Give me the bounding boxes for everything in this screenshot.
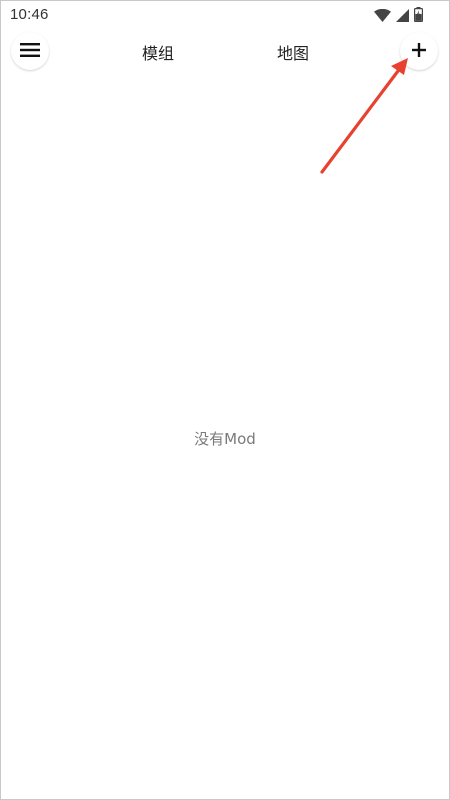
wifi-icon <box>374 7 391 26</box>
app-screen: 10:46 模组 地图 没有Mod <box>0 0 450 800</box>
tab-mods[interactable]: 模组 <box>142 40 174 64</box>
status-icons <box>374 7 424 26</box>
status-time: 10:46 <box>10 6 49 23</box>
plus-icon <box>412 42 426 61</box>
signal-icon <box>396 7 409 26</box>
empty-state-message: 没有Mod <box>194 430 256 448</box>
annotation-arrow <box>320 58 408 174</box>
tab-maps[interactable]: 地图 <box>277 40 309 64</box>
hamburger-menu-icon <box>20 42 40 61</box>
status-bar: 10:46 <box>1 1 449 31</box>
battery-charging-icon <box>414 7 424 26</box>
menu-button[interactable] <box>11 32 49 70</box>
add-button[interactable] <box>400 32 438 70</box>
app-bar: 模组 地图 <box>1 31 449 71</box>
